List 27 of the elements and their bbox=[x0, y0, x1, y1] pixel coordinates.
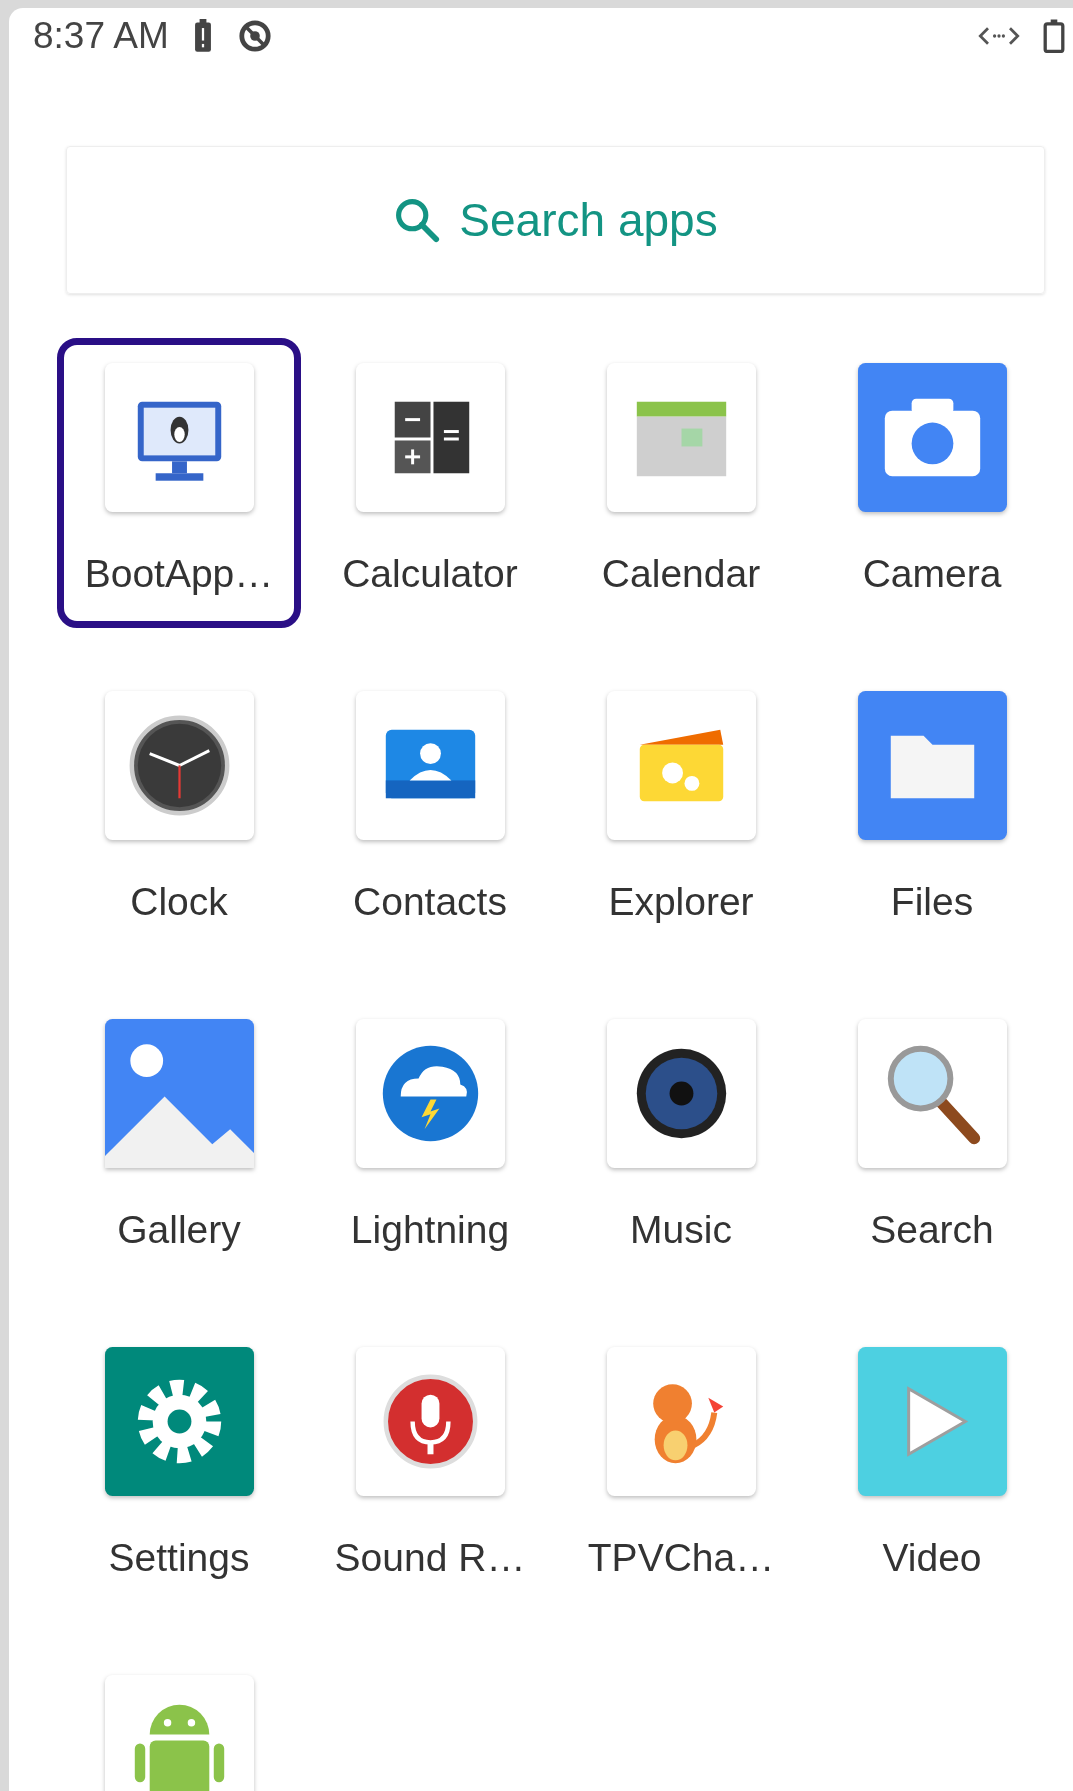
data-transfer-icon bbox=[977, 25, 1021, 47]
app-item[interactable]: Contacts bbox=[308, 666, 552, 956]
app-item[interactable]: Gallery bbox=[57, 994, 301, 1284]
battery-icon bbox=[1043, 19, 1065, 53]
app-item[interactable]: TPVCha… bbox=[559, 1322, 803, 1612]
settings-icon bbox=[104, 1347, 254, 1496]
play-icon bbox=[857, 1347, 1007, 1496]
app-item[interactable]: Video bbox=[810, 1322, 1054, 1612]
app-item[interactable]: Clock bbox=[57, 666, 301, 956]
app-item[interactable]: BootApp… bbox=[57, 338, 301, 628]
app-item[interactable]: Search bbox=[810, 994, 1054, 1284]
search-field[interactable]: Search apps bbox=[66, 146, 1045, 294]
search-icon bbox=[393, 196, 442, 244]
app-item[interactable]: Camera bbox=[810, 338, 1054, 628]
landscape-icon bbox=[104, 1019, 254, 1168]
app-item[interactable]: Calculator bbox=[308, 338, 552, 628]
app-item[interactable]: Explorer bbox=[559, 666, 803, 956]
folder-icon bbox=[857, 691, 1007, 840]
camera-icon bbox=[857, 363, 1007, 512]
app-item[interactable]: Music bbox=[559, 994, 803, 1284]
app-item[interactable]: Lightning bbox=[308, 994, 552, 1284]
status-time: 8:37 AM bbox=[33, 15, 169, 57]
app-item[interactable]: Settings bbox=[57, 1322, 301, 1612]
app-item[interactable]: Calendar bbox=[559, 338, 803, 628]
app-item[interactable]: Files bbox=[810, 666, 1054, 956]
sync-disabled-icon bbox=[236, 18, 273, 54]
app-item[interactable]: Sound R… bbox=[308, 1322, 552, 1612]
